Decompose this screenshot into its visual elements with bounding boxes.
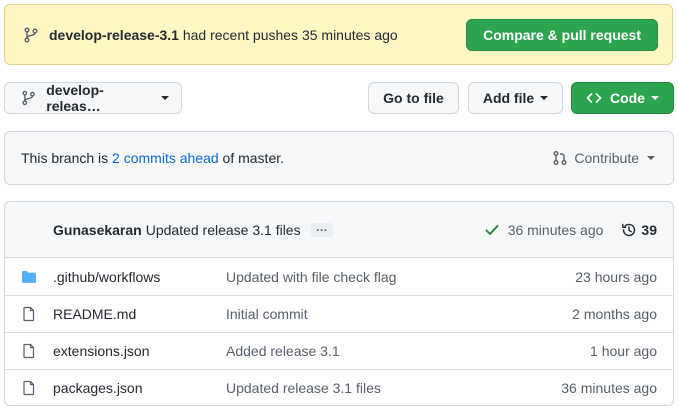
- file-icon: [21, 380, 37, 396]
- branch-status-text: This branch is 2 commits ahead of master…: [21, 150, 284, 166]
- branch-select-label: develop-releas…: [46, 82, 104, 114]
- pull-request-icon: [553, 151, 567, 165]
- commit-history-link[interactable]: 39: [621, 222, 657, 238]
- file-commit-age: 2 months ago: [572, 306, 657, 322]
- file-commit-age: 36 minutes ago: [561, 380, 657, 396]
- file-commit-message[interactable]: Updated release 3.1 files: [226, 380, 561, 396]
- file-browser: Gunasekaran Updated release 3.1 files … …: [4, 201, 674, 406]
- contribute-label: Contribute: [574, 150, 639, 166]
- file-name-link[interactable]: .github/workflows: [53, 269, 226, 285]
- commits-ahead-link[interactable]: 2 commits ahead: [112, 150, 219, 166]
- chevron-down-icon: [540, 96, 549, 100]
- add-file-label: Add file: [482, 90, 535, 106]
- file-commit-age: 1 hour ago: [590, 343, 657, 359]
- file-name-link[interactable]: README.md: [53, 306, 226, 322]
- commit-message[interactable]: Updated release 3.1 files: [146, 222, 301, 238]
- commit-meta: 36 minutes ago 39: [484, 222, 657, 238]
- file-row[interactable]: README.md Initial commit 2 months ago: [5, 295, 673, 332]
- file-commit-age: 23 hours ago: [575, 268, 657, 285]
- file-commit-message[interactable]: Initial commit: [226, 306, 572, 322]
- branch-status-suffix: of master.: [218, 150, 285, 166]
- latest-commit-row: Gunasekaran Updated release 3.1 files … …: [5, 202, 673, 258]
- recent-push-message: develop-release-3.1 had recent pushes 35…: [49, 27, 398, 43]
- banner-branch-name[interactable]: develop-release-3.1: [49, 27, 179, 43]
- chevron-down-icon: [651, 96, 659, 100]
- commit-time[interactable]: 36 minutes ago: [508, 222, 604, 238]
- git-branch-icon: [22, 90, 35, 106]
- repo-toolbar: develop-releas… Go to file Add file Code: [4, 82, 674, 114]
- file-commit-message[interactable]: Added release 3.1: [226, 343, 590, 359]
- contribute-dropdown[interactable]: Contribute: [552, 150, 655, 166]
- code-label: Code: [610, 90, 645, 106]
- branch-select-button[interactable]: develop-releas…: [4, 82, 182, 114]
- add-file-button[interactable]: Add file: [468, 82, 563, 114]
- recent-push-banner: develop-release-3.1 had recent pushes 35…: [4, 4, 673, 65]
- compare-pull-request-button[interactable]: Compare & pull request: [466, 18, 658, 51]
- code-icon: [586, 93, 602, 103]
- folder-icon: [21, 269, 37, 285]
- file-name-link[interactable]: packages.json: [53, 380, 226, 396]
- check-icon[interactable]: [484, 222, 500, 238]
- file-name-link[interactable]: extensions.json: [53, 343, 226, 359]
- git-branch-icon: [24, 27, 38, 42]
- history-icon: [622, 223, 636, 236]
- file-row[interactable]: .github/workflows Updated with file check…: [5, 258, 673, 295]
- commit-author[interactable]: Gunasekaran: [53, 222, 142, 238]
- file-list: .github/workflows Updated with file check…: [5, 258, 673, 405]
- branch-status-bar: This branch is 2 commits ahead of master…: [4, 131, 674, 185]
- go-to-file-button[interactable]: Go to file: [368, 82, 459, 114]
- commit-count: 39: [641, 221, 657, 238]
- file-commit-message[interactable]: Updated with file check flag: [226, 269, 575, 285]
- chevron-down-icon: [647, 156, 655, 160]
- expand-commit-button[interactable]: …: [310, 221, 333, 237]
- file-row[interactable]: extensions.json Added release 3.1 1 hour a…: [5, 332, 673, 369]
- file-icon: [21, 306, 37, 322]
- branch-status-prefix: This branch is: [21, 150, 113, 166]
- file-icon: [21, 343, 37, 359]
- chevron-down-icon: [161, 96, 169, 100]
- banner-message-text: had recent pushes 35 minutes ago: [178, 26, 398, 43]
- code-button[interactable]: Code: [571, 82, 674, 114]
- file-row[interactable]: packages.json Updated release 3.1 files 36…: [5, 369, 673, 405]
